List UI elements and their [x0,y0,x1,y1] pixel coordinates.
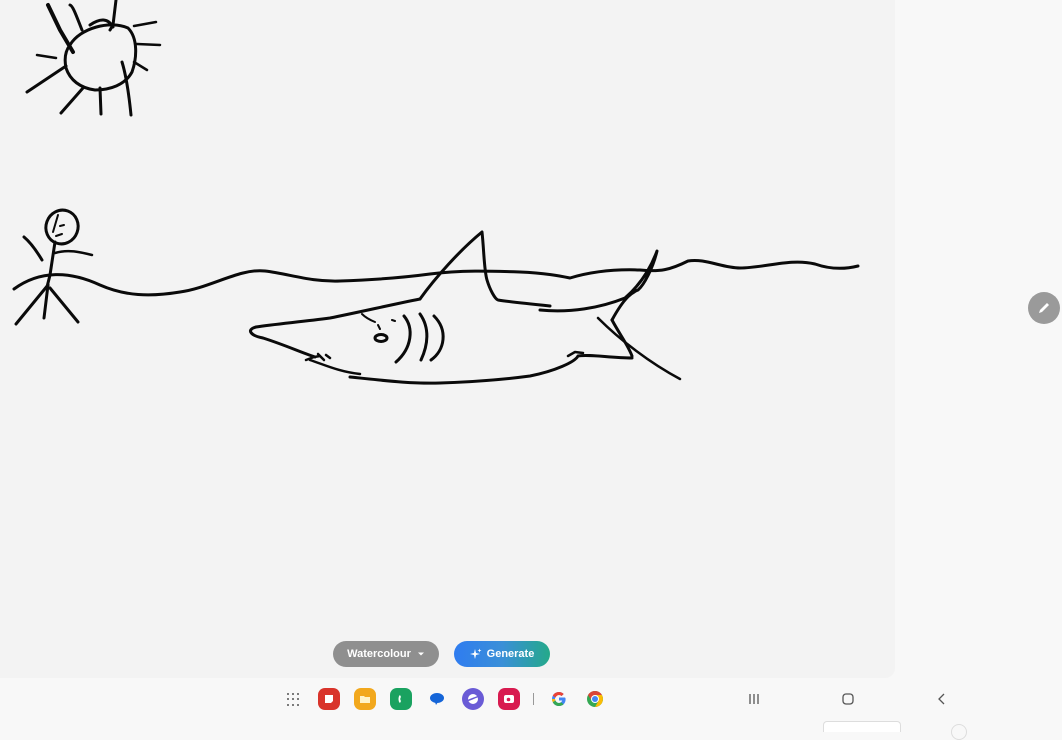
camera-icon [504,695,514,703]
samsung-internet-app[interactable] [462,688,484,710]
drawing-canvas[interactable] [0,0,895,678]
sketch [12,0,860,385]
sparkle-icon [469,648,482,659]
google-app[interactable] [548,688,570,710]
messages-icon [430,693,444,705]
home-button[interactable] [837,688,859,710]
sun-drawing [25,0,162,117]
generate-button[interactable]: Generate [454,641,550,667]
recents-icon [749,694,759,704]
style-dropdown[interactable]: Watercolour [333,641,439,667]
peek-circle [951,724,967,740]
side-panel [895,0,1062,678]
messages-app[interactable] [426,688,448,710]
phone-app[interactable] [390,688,412,710]
samsung-notes-app[interactable] [318,688,340,710]
chrome-icon [587,691,603,707]
my-files-app[interactable] [354,688,376,710]
recents-button[interactable] [743,688,765,710]
shark-drawing [248,230,682,385]
camera-app[interactable] [498,688,520,710]
taskbar [0,678,1062,740]
peek-panel [823,721,901,732]
taskbar-separator [533,693,534,705]
pencil-icon [1039,303,1049,313]
google-icon [552,692,566,706]
caret-down-icon [417,652,424,656]
notes-icon [325,695,333,703]
internet-icon [466,694,480,704]
pen-tool-button[interactable] [1028,292,1060,324]
generate-label: Generate [486,648,535,660]
back-icon [938,693,945,705]
app-drawer-icon[interactable] [287,693,301,707]
chrome-app[interactable] [584,688,606,710]
style-dropdown-label: Watercolour [347,648,411,660]
phone-icon [398,695,401,703]
home-icon [842,693,854,705]
folder-icon [360,696,370,703]
back-button[interactable] [931,688,953,710]
stick-figure-drawing [14,208,94,326]
